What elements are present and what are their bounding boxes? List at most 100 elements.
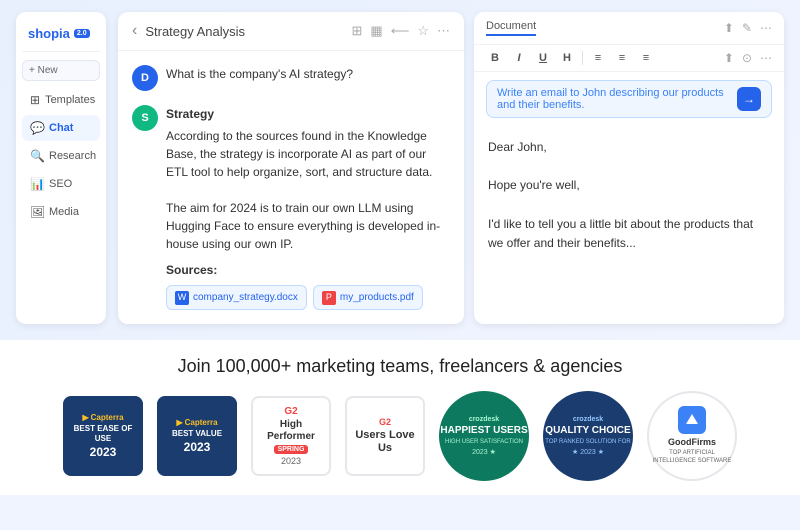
share-doc-icon[interactable]: ⬆ xyxy=(724,51,734,65)
media-icon: 🖼 xyxy=(30,205,44,219)
capterra-arrow-icon: ▶ xyxy=(82,413,88,422)
ai-message-content: Strategy According to the sources found … xyxy=(166,105,450,310)
research-icon: 🔍 xyxy=(30,149,44,163)
underline-button[interactable]: U xyxy=(534,52,552,64)
qb-year-label: ★ 2023 ★ xyxy=(572,448,604,456)
toolbar-left: B I U H ≡ ≡ ≡ xyxy=(486,51,655,65)
more-icon[interactable]: ⋯ xyxy=(760,21,772,35)
sidebar-item-label: SEO xyxy=(49,178,72,190)
strikethrough-button[interactable]: H xyxy=(558,52,576,64)
sidebar-item-label: Chat xyxy=(49,122,73,134)
chat-panel: ‹ ⊞ ▦ ⟵ ☆ ⋯ D What is the company's AI s… xyxy=(118,12,464,324)
doc-line-1: Dear John, xyxy=(488,138,770,157)
capterra-ease-label: BEST EASE OF USE xyxy=(69,424,137,443)
capterra-logo: ▶ Capterra xyxy=(82,413,123,422)
doc-toolbar: B I U H ≡ ≡ ≡ ⬆ ⊙ ⋯ xyxy=(474,45,784,72)
doc-panel: Document ⬆ ✎ ⋯ B I U H ≡ ≡ xyxy=(474,12,784,324)
gf-icon xyxy=(678,406,706,434)
edit-icon[interactable]: ✎ xyxy=(742,21,752,35)
sidebar-item-research[interactable]: 🔍 Research xyxy=(22,143,100,169)
doc-header: Document ⬆ ✎ ⋯ xyxy=(474,12,784,45)
word-icon: W xyxy=(175,291,189,305)
ul-main-label: Users Love Us xyxy=(353,429,417,455)
capterra-ease-year: 2023 xyxy=(90,445,117,459)
send-button[interactable]: → xyxy=(737,87,761,111)
source-chip-1[interactable]: W company_strategy.docx xyxy=(166,285,307,310)
chat-title-input[interactable] xyxy=(145,24,343,39)
hb-sub-label: HIGH USER SATISFACTION xyxy=(445,439,523,447)
hb-logo: crozdesk xyxy=(469,416,499,423)
source-chip-label: my_products.pdf xyxy=(340,290,414,305)
sidebar-item-label: Media xyxy=(49,206,79,218)
ai-message: S Strategy According to the sources foun… xyxy=(132,105,450,310)
sidebar-item-media[interactable]: 🖼 Media xyxy=(22,199,100,225)
pdf-icon: P xyxy=(322,291,336,305)
share-icon[interactable]: ⟵ xyxy=(391,23,410,39)
capterra-arrow-icon-2: ▶ xyxy=(176,418,182,427)
new-button[interactable]: + New xyxy=(22,60,100,81)
ai-response-body: According to the sources found in the Kn… xyxy=(166,129,440,251)
badge-g2-performer: G2 High Performer SPRING 2023 xyxy=(251,396,331,476)
doc-prompt-bar: Write an email to John describing our pr… xyxy=(486,80,772,118)
doc-header-icons: ⬆ ✎ ⋯ xyxy=(724,21,772,35)
g2-performer-year: 2023 xyxy=(281,456,301,466)
badge-capterra-ease: ▶ Capterra BEST EASE OF USE 2023 xyxy=(63,396,143,476)
sidebar-item-chat[interactable]: 💬 Chat xyxy=(22,115,100,141)
capterra-value-label: BEST VALUE xyxy=(172,429,222,439)
badge-goodfirms: GoodFirms TOP ARTIFICIAL INTELLIGENCE SO… xyxy=(647,391,737,481)
hb-main-label: HAPPIEST USERS xyxy=(440,425,527,437)
link-icon[interactable]: ⊙ xyxy=(742,51,752,65)
source-chips: W company_strategy.docx P my_products.pd… xyxy=(166,285,450,310)
grid-icon[interactable]: ⊞ xyxy=(352,23,363,39)
badge-users-love: G2 Users Love Us xyxy=(345,396,425,476)
sidebar-item-label: Research xyxy=(49,150,96,162)
chat-body: D What is the company's AI strategy? S S… xyxy=(118,51,464,324)
logo-badge: 2.0 xyxy=(74,29,90,38)
user-message-content: What is the company's AI strategy? xyxy=(166,65,450,91)
doc-line-2: Hope you're well, xyxy=(488,176,770,195)
more-doc-icon[interactable]: ⋯ xyxy=(760,51,772,65)
upload-icon[interactable]: ⬆ xyxy=(724,21,734,35)
toolbar-right: ⬆ ⊙ ⋯ xyxy=(724,51,772,65)
gf-name: GoodFirms xyxy=(668,437,716,447)
chat-header: ‹ ⊞ ▦ ⟵ ☆ ⋯ xyxy=(118,12,464,51)
sidebar-item-seo[interactable]: 📊 SEO xyxy=(22,171,100,197)
sidebar-item-label: Templates xyxy=(45,94,95,106)
doc-tab[interactable]: Document xyxy=(486,20,536,36)
templates-icon: ⊞ xyxy=(30,93,40,107)
badge-quality-choice: crozdesk QUALITY CHOICE TOP RANKED SOLUT… xyxy=(543,391,633,481)
join-text: Join 100,000+ marketing teams, freelance… xyxy=(20,356,780,377)
list-button[interactable]: ≡ xyxy=(637,52,655,64)
user-message: D What is the company's AI strategy? xyxy=(132,65,450,91)
doc-body: Dear John, Hope you're well, I'd like to… xyxy=(474,126,784,324)
doc-line-3: I'd like to tell you a little bit about … xyxy=(488,215,770,253)
back-button[interactable]: ‹ xyxy=(132,22,137,40)
sidebar-item-templates[interactable]: ⊞ Templates xyxy=(22,87,100,113)
toolbar-separator xyxy=(582,51,583,65)
badges-row: ▶ Capterra BEST EASE OF USE 2023 ▶ Capte… xyxy=(20,391,780,481)
logo-text: shopia xyxy=(28,26,70,41)
chat-header-icons: ⊞ ▦ ⟵ ☆ ⋯ xyxy=(352,23,451,39)
align-center-button[interactable]: ≡ xyxy=(613,52,631,64)
bold-button[interactable]: B xyxy=(486,52,504,64)
align-left-button[interactable]: ≡ xyxy=(589,52,607,64)
more-icon[interactable]: ⋯ xyxy=(437,23,450,39)
capterra-logo-text: Capterra xyxy=(91,413,124,422)
doc-prompt-text: Write an email to John describing our pr… xyxy=(497,87,731,111)
source-chip-label: company_strategy.docx xyxy=(193,290,298,305)
gf-sub-label: TOP ARTIFICIAL INTELLIGENCE SOFTWARE xyxy=(649,450,735,466)
qb-logo: crozdesk xyxy=(573,416,603,423)
star-icon[interactable]: ☆ xyxy=(417,23,429,39)
chat-icon: 💬 xyxy=(30,121,44,135)
columns-icon[interactable]: ▦ xyxy=(370,23,382,39)
italic-button[interactable]: I xyxy=(510,52,528,64)
source-chip-2[interactable]: P my_products.pdf xyxy=(313,285,423,310)
badge-capterra-value: ▶ Capterra BEST VALUE 2023 xyxy=(157,396,237,476)
ai-response-title: Strategy xyxy=(166,105,450,123)
ai-avatar: S xyxy=(132,105,158,131)
qb-main-label: QUALITY CHOICE xyxy=(545,425,630,437)
capterra-value-year: 2023 xyxy=(184,440,211,454)
g2-spring-label: SPRING xyxy=(274,445,309,454)
bottom-section: Join 100,000+ marketing teams, freelance… xyxy=(0,340,800,495)
app-section: shopia 2.0 + New ⊞ Templates 💬 Chat 🔍 Re… xyxy=(0,0,800,340)
